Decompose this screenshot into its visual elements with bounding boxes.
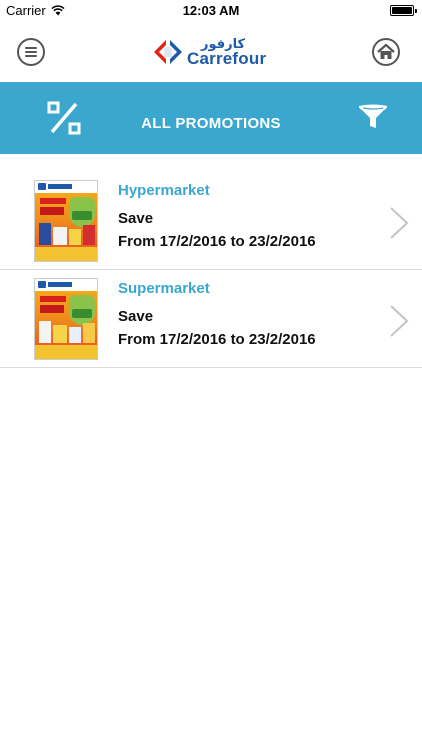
promotion-name: Save [118, 210, 154, 227]
promotion-dates: From 17/2/2016 to 23/2/2016 [118, 331, 316, 348]
promotion-store: Supermarket [118, 280, 210, 297]
promotions-list: Hypermarket Save From 17/2/2016 to 23/2/… [0, 172, 422, 368]
promotion-store: Hypermarket [118, 182, 210, 199]
promotions-bar: ALL PROMOTIONS [0, 82, 422, 154]
carrefour-logo-mark-icon [154, 40, 182, 64]
list-item[interactable]: Supermarket Save From 17/2/2016 to 23/2/… [0, 270, 422, 368]
menu-button[interactable] [17, 38, 45, 66]
home-icon [377, 43, 395, 59]
list-item[interactable]: Hypermarket Save From 17/2/2016 to 23/2/… [0, 172, 422, 270]
flyer-thumbnail [34, 180, 98, 262]
battery-icon [390, 5, 417, 16]
chevron-right-icon [390, 207, 409, 239]
promotion-name: Save [118, 308, 154, 325]
nav-bar: كارفور Carrefour [0, 22, 422, 82]
status-bar: Carrier 12:03 AM [0, 0, 422, 22]
logo-text: Carrefour [187, 49, 267, 68]
home-button[interactable] [372, 38, 400, 66]
chevron-right-icon [390, 305, 409, 337]
flyer-thumbnail [34, 278, 98, 360]
carrefour-logo: كارفور Carrefour [151, 35, 273, 71]
filter-icon[interactable] [358, 104, 388, 130]
promotion-dates: From 17/2/2016 to 23/2/2016 [118, 233, 316, 250]
clock: 12:03 AM [182, 3, 240, 18]
